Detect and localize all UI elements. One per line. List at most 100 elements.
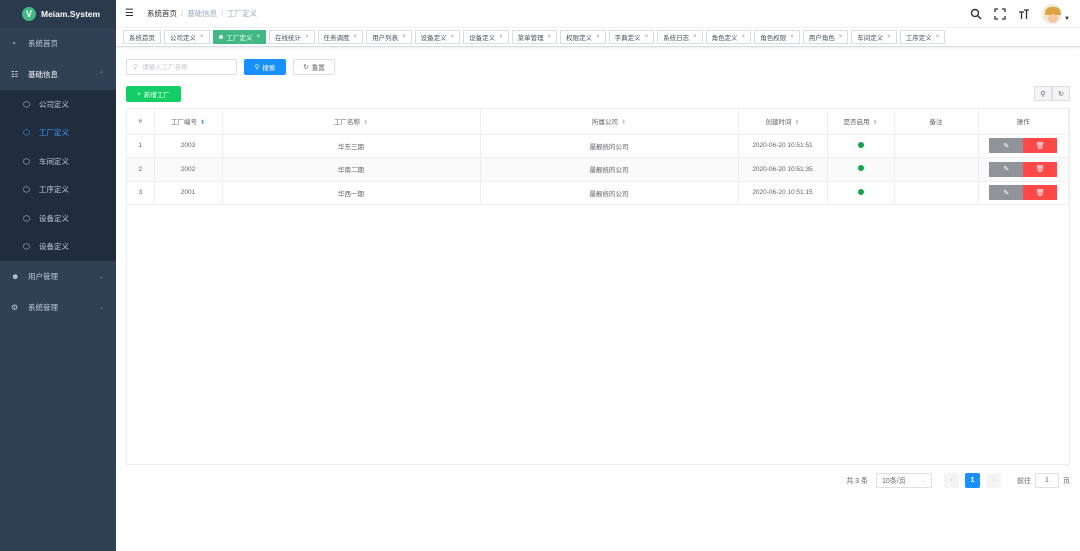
edit-button[interactable]: ✎ bbox=[989, 185, 1024, 201]
tag-11[interactable]: 系统日志 × bbox=[657, 30, 703, 44]
sort-icon[interactable]: ⬍ bbox=[621, 120, 626, 126]
cell-code: 2003 bbox=[154, 134, 223, 158]
cube-icon: ⬡ bbox=[23, 156, 30, 166]
close-icon[interactable]: × bbox=[257, 34, 261, 40]
sidebar-item-basic-info[interactable]: ☷ 基础信息 ⌃ bbox=[0, 59, 116, 90]
pagination-total: 共 3 条 bbox=[846, 477, 868, 485]
breadcrumb-item[interactable]: 系统首页 bbox=[147, 8, 177, 19]
fullscreen-icon[interactable] bbox=[994, 8, 1006, 20]
next-page-button[interactable]: › bbox=[986, 473, 1001, 488]
delete-button[interactable]: 🗑 bbox=[1023, 138, 1058, 154]
table-row[interactable]: 2 2002 华南二期 最靓统的公司 2020-06-20 10:51:35 ✎ 🗑 bbox=[127, 157, 1069, 182]
tag-13[interactable]: 角色权限 × bbox=[754, 30, 800, 44]
close-icon[interactable]: × bbox=[305, 34, 309, 40]
font-size-icon[interactable] bbox=[1018, 8, 1030, 20]
sidebar-subitem-process[interactable]: ⬡ 工序定义 bbox=[0, 176, 116, 205]
tag-10[interactable]: 字典定义 × bbox=[608, 30, 655, 44]
reset-button[interactable]: ↻ 重置 bbox=[293, 59, 335, 75]
close-icon[interactable]: × bbox=[596, 34, 600, 40]
page-number-1[interactable]: 1 bbox=[965, 473, 980, 488]
search-icon[interactable] bbox=[970, 8, 982, 20]
sidebar-subitem-company[interactable]: ⬡ 公司定义 bbox=[0, 90, 116, 119]
close-icon[interactable]: × bbox=[354, 34, 358, 40]
factory-name-search[interactable]: ⚲ bbox=[126, 59, 237, 75]
sidebar-subitem-device-2[interactable]: ⬡ 设备定义 bbox=[0, 233, 116, 262]
sidebar-subitem-label: 公司定义 bbox=[39, 99, 69, 109]
close-icon[interactable]: × bbox=[402, 34, 406, 40]
sidebar-subitem-workshop[interactable]: ⬡ 车间定义 bbox=[0, 147, 116, 176]
cell-index: 2 bbox=[127, 157, 155, 182]
tag-4[interactable]: 任务调度 × bbox=[317, 30, 364, 44]
caret-down-icon[interactable]: ▼ bbox=[1064, 16, 1070, 22]
refresh-button[interactable]: ↻ bbox=[1052, 86, 1070, 101]
tag-5[interactable]: 用户列表 × bbox=[366, 30, 412, 44]
column-company[interactable]: 所属公司 ⬍ bbox=[480, 109, 739, 135]
avatar[interactable] bbox=[1042, 4, 1063, 24]
breadcrumb-item: 基础信息 bbox=[187, 9, 218, 18]
delete-button[interactable]: 🗑 bbox=[1023, 185, 1058, 201]
table-row[interactable]: 1 2003 华东三期 最靓统的公司 2020-06-20 10:51:51 ✎ 🗑 bbox=[127, 134, 1069, 158]
tag-9[interactable]: 权限定义 × bbox=[560, 30, 606, 44]
tag-1[interactable]: 公司定义 × bbox=[164, 30, 210, 44]
tag-label: 用户列表 bbox=[372, 35, 399, 42]
tag-12[interactable]: 角色定义 × bbox=[705, 30, 752, 44]
cell-company: 最靓统的公司 bbox=[480, 181, 739, 205]
row-actions: ✎ 🗑 bbox=[979, 161, 1069, 177]
tag-7[interactable]: 设备定义 × bbox=[463, 30, 509, 44]
tag-0[interactable]: 系统首页 bbox=[123, 30, 161, 44]
close-icon[interactable]: × bbox=[499, 34, 503, 40]
close-icon[interactable]: × bbox=[887, 34, 891, 40]
close-icon[interactable]: × bbox=[645, 34, 649, 40]
sort-icon[interactable]: ⬍ bbox=[794, 120, 799, 126]
page-size-select[interactable]: 10条/页 ⌄ bbox=[876, 473, 932, 488]
tag-15[interactable]: 车间定义 × bbox=[851, 30, 897, 44]
column-created[interactable]: 创建时间 ⬍ bbox=[738, 109, 828, 135]
sidebar-subitem-factory[interactable]: ⬡ 工厂定义 bbox=[0, 119, 116, 148]
column-enabled[interactable]: 是否启用 ⬍ bbox=[827, 109, 895, 135]
search-button-label: 搜索 bbox=[262, 65, 276, 72]
close-icon[interactable]: × bbox=[790, 34, 794, 40]
close-icon[interactable]: × bbox=[693, 34, 697, 40]
edit-button[interactable]: ✎ bbox=[989, 138, 1024, 154]
close-icon[interactable]: × bbox=[936, 34, 940, 40]
tag-6[interactable]: 设备定义 × bbox=[414, 30, 461, 44]
sidebar-item-user-mgmt[interactable]: ☻ 用户管理 ⌄ bbox=[0, 261, 116, 292]
sidebar-item-system-mgmt[interactable]: ⚙ 系统管理 ⌄ bbox=[0, 292, 116, 323]
sidebar-subitem-device[interactable]: ⬡ 设备定义 bbox=[0, 204, 116, 233]
toggle-search-button[interactable]: ⚲ bbox=[1034, 86, 1052, 101]
logo[interactable]: V Meiam.System bbox=[0, 0, 116, 28]
close-icon[interactable]: × bbox=[742, 34, 746, 40]
close-icon[interactable]: × bbox=[839, 34, 843, 40]
prev-page-button[interactable]: ‹ bbox=[944, 473, 959, 488]
column-code[interactable]: 工厂编号 ⬍ bbox=[154, 109, 223, 135]
tag-3[interactable]: 在线统计 × bbox=[269, 30, 315, 44]
goto-label: 前往 bbox=[1017, 477, 1031, 485]
factory-name-input[interactable] bbox=[142, 63, 223, 71]
edit-button[interactable]: ✎ bbox=[989, 161, 1024, 177]
sort-icon[interactable]: ⬍ bbox=[200, 120, 205, 126]
close-icon[interactable]: × bbox=[200, 34, 204, 40]
tag-8[interactable]: 菜单管理 × bbox=[511, 30, 558, 44]
hamburger-icon[interactable]: ☰ bbox=[125, 8, 135, 19]
tag-label: 工序定义 bbox=[905, 35, 932, 42]
sidebar-item-home[interactable]: ◔ 系统首页 bbox=[0, 28, 116, 59]
cell-code: 2002 bbox=[154, 157, 223, 182]
pagination: 共 3 条 10条/页 ⌄ ‹ 1 › 前往 1 页 bbox=[846, 473, 1070, 488]
sort-icon[interactable]: ⬍ bbox=[872, 120, 877, 126]
tag-2[interactable]: 工厂定义 × bbox=[212, 30, 267, 44]
tag-16[interactable]: 工序定义 × bbox=[899, 30, 946, 44]
table-row[interactable]: 3 2001 华西一期 最靓统的公司 2020-06-20 10:51:15 ✎ 🗑 bbox=[127, 181, 1069, 205]
tag-label: 工厂定义 bbox=[226, 35, 253, 42]
close-icon[interactable]: × bbox=[451, 34, 455, 40]
column-label: 工厂名称 bbox=[333, 119, 360, 127]
sort-icon[interactable]: ⬍ bbox=[363, 120, 368, 126]
delete-button[interactable]: 🗑 bbox=[1023, 161, 1058, 177]
close-icon[interactable]: × bbox=[548, 34, 552, 40]
search-button[interactable]: ⚲ 搜索 bbox=[244, 59, 286, 75]
add-factory-button[interactable]: + 新增工厂 bbox=[126, 86, 181, 102]
tag-14[interactable]: 用户角色 × bbox=[802, 30, 849, 44]
column-name[interactable]: 工厂名称 ⬍ bbox=[222, 109, 481, 135]
tag-label: 角色定义 bbox=[711, 35, 738, 42]
search-row: ⚲ ⚲ 搜索 ↻ 重置 bbox=[126, 59, 1070, 75]
goto-page-input[interactable]: 1 bbox=[1035, 473, 1059, 488]
